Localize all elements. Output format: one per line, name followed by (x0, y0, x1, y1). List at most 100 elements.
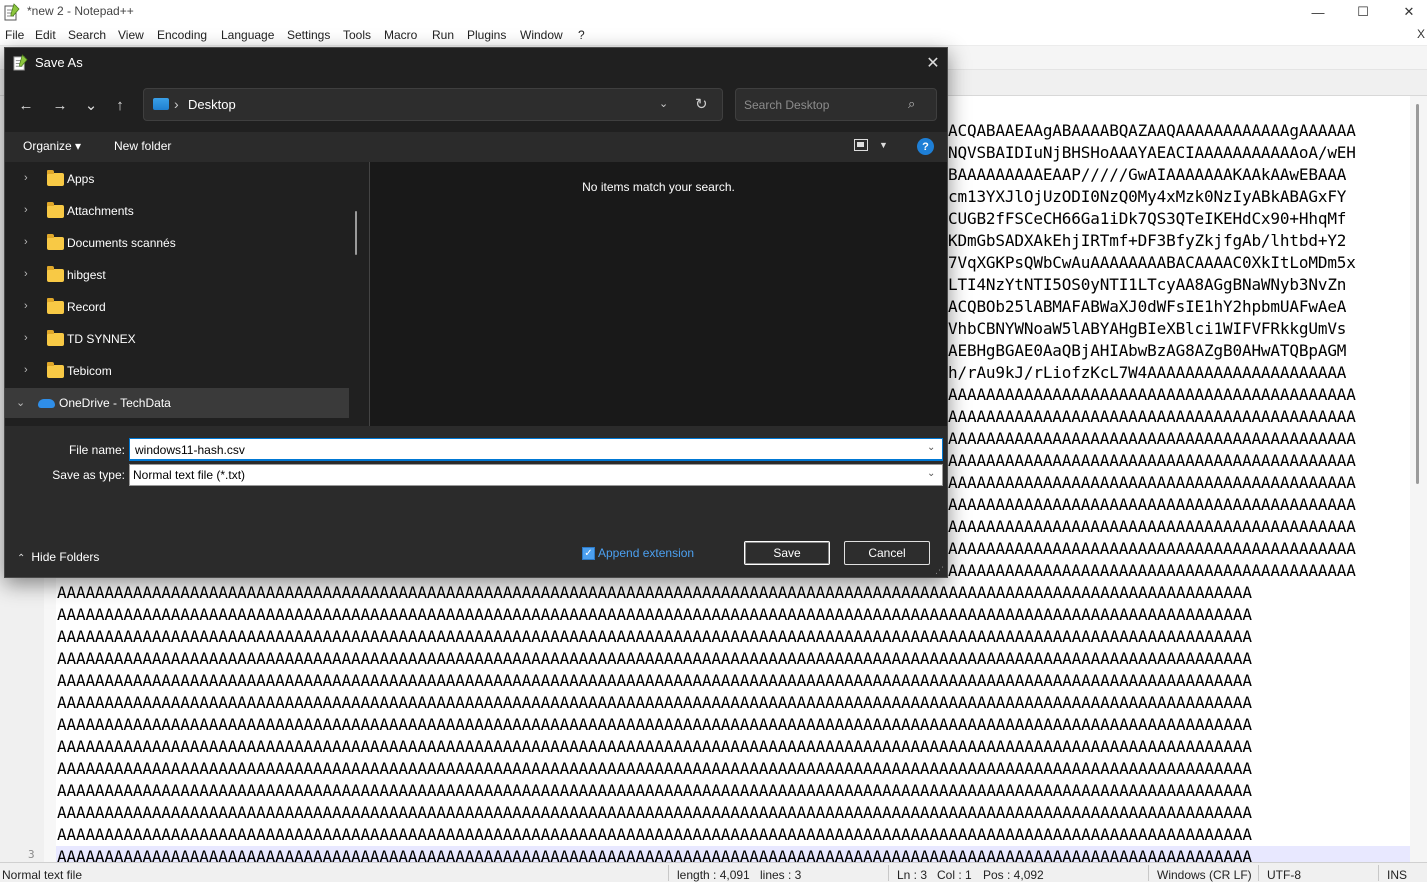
status-separator (1378, 865, 1379, 881)
tree-item-documents-scannes[interactable]: › Documents scannés (5, 228, 349, 258)
menu-run[interactable]: Run (432, 28, 454, 42)
forward-icon[interactable]: → (48, 94, 72, 116)
code-line: h/rAu9kJ/rLiofzKcL7W4AAAAAAAAAAAAAAAAAAA… (948, 363, 1347, 382)
save-as-type-select[interactable]: Normal text file (*.txt) ⌄ (129, 464, 943, 486)
line-number: 3 (28, 848, 35, 861)
address-chevron-down-icon[interactable]: ⌄ (659, 97, 668, 110)
code-line: AAAAAAAAAAAAAAAAAAAAAAAAAAAAAAAAAAAAAAAA… (57, 737, 1252, 756)
code-line: KDmGbSADXAkEhjIRTmf+DF3BfyZkjfgAb/lhtbd+… (948, 231, 1347, 250)
view-icon[interactable] (854, 139, 868, 151)
menu-file[interactable]: File (5, 28, 24, 42)
chevron-right-icon[interactable]: › (24, 300, 28, 312)
append-extension-label[interactable]: Append extension (598, 546, 694, 560)
tree-item-label: Apps (67, 172, 95, 186)
code-line: AAAAAAAAAAAAAAAAAAAAAAAAAAAAAAAAAAAAAAAA… (948, 495, 1356, 514)
recent-locations-chevron-down-icon[interactable]: ⌄ (79, 94, 103, 116)
file-name-input[interactable] (135, 441, 915, 458)
menu-window[interactable]: Window (520, 28, 563, 42)
code-line: NQVSBAIDIuNjBHSHoAAAYAEACIAAAAAAAAAAAoA/… (948, 143, 1356, 162)
up-icon[interactable]: ↑ (108, 94, 132, 116)
back-icon[interactable]: ← (14, 94, 38, 116)
code-line: AAAAAAAAAAAAAAAAAAAAAAAAAAAAAAAAAAAAAAAA… (57, 715, 1252, 734)
code-text-right: ACQABAAEAAgABAAAABQAZAAQAAAAAAAAAAAAgAAA… (948, 120, 1410, 582)
status-pos: Pos : 4,092 (983, 868, 1044, 882)
tree-item-record[interactable]: › Record (5, 292, 349, 322)
code-line: 7VqXGKPsQWbCwAuAAAAAAAABACAAAAC0XkItLoMD… (948, 253, 1356, 272)
code-line: AAAAAAAAAAAAAAAAAAAAAAAAAAAAAAAAAAAAAAAA… (57, 605, 1252, 624)
notepad-app-icon (13, 54, 28, 71)
navigation-pane-scrollbar[interactable] (355, 211, 357, 255)
close-window-button[interactable]: ✕ (1386, 0, 1427, 24)
menu-macro[interactable]: Macro (384, 28, 417, 42)
tree-item-apps[interactable]: › Apps (5, 164, 349, 194)
menu-view[interactable]: View (118, 28, 144, 42)
minimize-button[interactable]: — (1295, 0, 1341, 24)
menu-tools[interactable]: Tools (343, 28, 371, 42)
hide-folders-button[interactable]: ⌃ Hide Folders (17, 550, 99, 564)
code-line: AEBHgBGAE0AaQBjAHIAbwBzAG8AZgB0AHwATQBpA… (948, 341, 1347, 360)
menu-search[interactable]: Search (68, 28, 106, 42)
new-folder-button[interactable]: New folder (114, 139, 171, 153)
view-icon-pane (857, 142, 864, 147)
menu-encoding[interactable]: Encoding (157, 28, 207, 42)
status-eol: Windows (CR LF) (1157, 868, 1252, 882)
close-icon[interactable]: ✕ (921, 51, 945, 75)
tree-item-hibgest[interactable]: › hibgest (5, 260, 349, 290)
chevron-down-icon[interactable]: ⌄ (16, 396, 25, 409)
status-lines: lines : 3 (760, 868, 802, 882)
code-line: cm13YXJlOjUzODI0NzQ0My4xMzk0NzIyABkABAGx… (948, 187, 1347, 206)
code-line: AAAAAAAAAAAAAAAAAAAAAAAAAAAAAAAAAAAAAAAA… (948, 539, 1356, 558)
tree-item-onedrive-techdata[interactable]: ⌄ OneDrive - TechData (5, 388, 349, 418)
help-icon[interactable]: ? (917, 138, 934, 155)
organize-button[interactable]: Organize ▾ (23, 139, 81, 153)
menu-help[interactable]: ? (578, 28, 585, 42)
status-file-type: Normal text file (2, 868, 83, 882)
status-separator (1258, 865, 1259, 881)
search-box[interactable]: ⌕ (735, 88, 937, 121)
chevron-right-icon[interactable]: › (24, 204, 28, 216)
onedrive-cloud-icon (38, 399, 55, 408)
file-list[interactable]: No items match your search. (370, 162, 947, 426)
address-bar[interactable]: › Desktop ⌄ ↻ (143, 88, 723, 121)
menu-settings[interactable]: Settings (287, 28, 330, 42)
code-line: AAAAAAAAAAAAAAAAAAAAAAAAAAAAAAAAAAAAAAAA… (57, 803, 1252, 822)
refresh-icon[interactable]: ↻ (695, 95, 708, 113)
chevron-down-icon[interactable]: ⌄ (927, 468, 935, 479)
code-line: LTI4NzYtNTI5OS0yNTI1LTcyAA8AGgBNaWNyb3Nv… (948, 275, 1347, 294)
resize-grip-icon[interactable]: ⋰ (935, 565, 944, 576)
folder-icon (47, 266, 64, 282)
file-name-combobox[interactable]: ⌄ (129, 438, 943, 461)
status-ln: Ln : 3 (897, 868, 928, 882)
navigation-pane[interactable]: › Apps › Attachments › Documents scannés… (5, 162, 369, 426)
cancel-button[interactable]: Cancel (844, 541, 930, 565)
menu-edit[interactable]: Edit (35, 28, 56, 42)
breadcrumb-desktop[interactable]: Desktop (188, 97, 236, 112)
chevron-right-icon[interactable]: › (24, 364, 28, 376)
tree-item-td-synnex[interactable]: › TD SYNNEX (5, 324, 349, 354)
code-line: AAAAAAAAAAAAAAAAAAAAAAAAAAAAAAAAAAAAAAAA… (57, 649, 1252, 668)
hide-folders-label: Hide Folders (31, 550, 100, 564)
chevron-right-icon[interactable]: › (24, 236, 28, 248)
code-line: AAAAAAAAAAAAAAAAAAAAAAAAAAAAAAAAAAAAAAAA… (948, 385, 1356, 404)
scrollbar-thumb[interactable] (1416, 104, 1419, 484)
chevron-right-icon[interactable]: › (24, 332, 28, 344)
search-input[interactable] (744, 98, 904, 112)
chevron-right-icon[interactable]: › (24, 268, 28, 280)
close-document-button[interactable]: X (1417, 27, 1425, 41)
save-button[interactable]: Save (744, 541, 830, 565)
code-line: AAAAAAAAAAAAAAAAAAAAAAAAAAAAAAAAAAAAAAAA… (948, 473, 1356, 492)
tree-item-tebicom[interactable]: › Tebicom (5, 356, 349, 386)
chevron-down-icon[interactable]: ⌄ (927, 442, 935, 453)
tree-item-label: Attachments (67, 204, 134, 218)
chevron-right-icon[interactable]: › (24, 172, 28, 184)
tree-item-attachments[interactable]: › Attachments (5, 196, 349, 226)
code-line: VhbCBNYWNoaW5lABYAHgBIeXBlci1WIFVFRkkgUm… (948, 319, 1347, 338)
menu-language[interactable]: Language (221, 28, 274, 42)
code-line: AAAAAAAAAAAAAAAAAAAAAAAAAAAAAAAAAAAAAAAA… (57, 825, 1252, 844)
search-icon[interactable]: ⌕ (908, 96, 915, 112)
maximize-button[interactable]: ☐ (1340, 0, 1386, 24)
menu-bar: File Edit Search View Encoding Language … (0, 24, 1427, 46)
append-extension-checkbox[interactable]: ✓ (582, 547, 595, 560)
menu-plugins[interactable]: Plugins (467, 28, 506, 42)
view-chevron-down-icon[interactable]: ▼ (879, 140, 888, 150)
